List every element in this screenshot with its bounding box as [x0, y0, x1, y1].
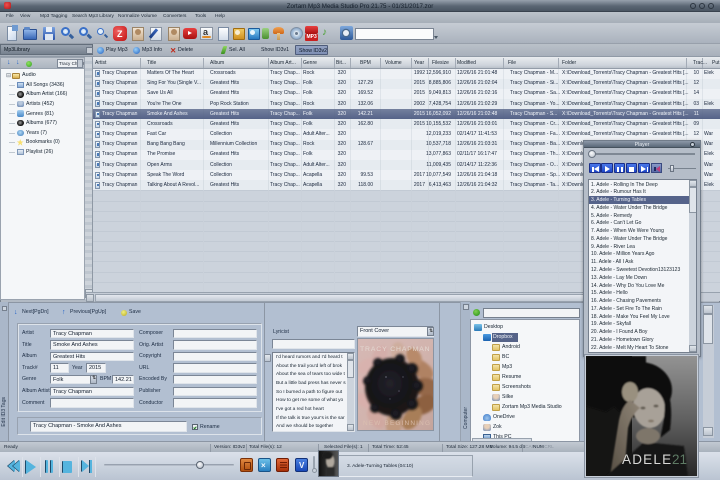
svg-text:TRACY CHAPMAN: TRACY CHAPMAN	[360, 346, 431, 353]
svg-text:NEW BEGINNING: NEW BEGINNING	[363, 420, 431, 427]
svg-text:ADELE: ADELE	[622, 452, 672, 467]
svg-text:21: 21	[672, 452, 687, 467]
